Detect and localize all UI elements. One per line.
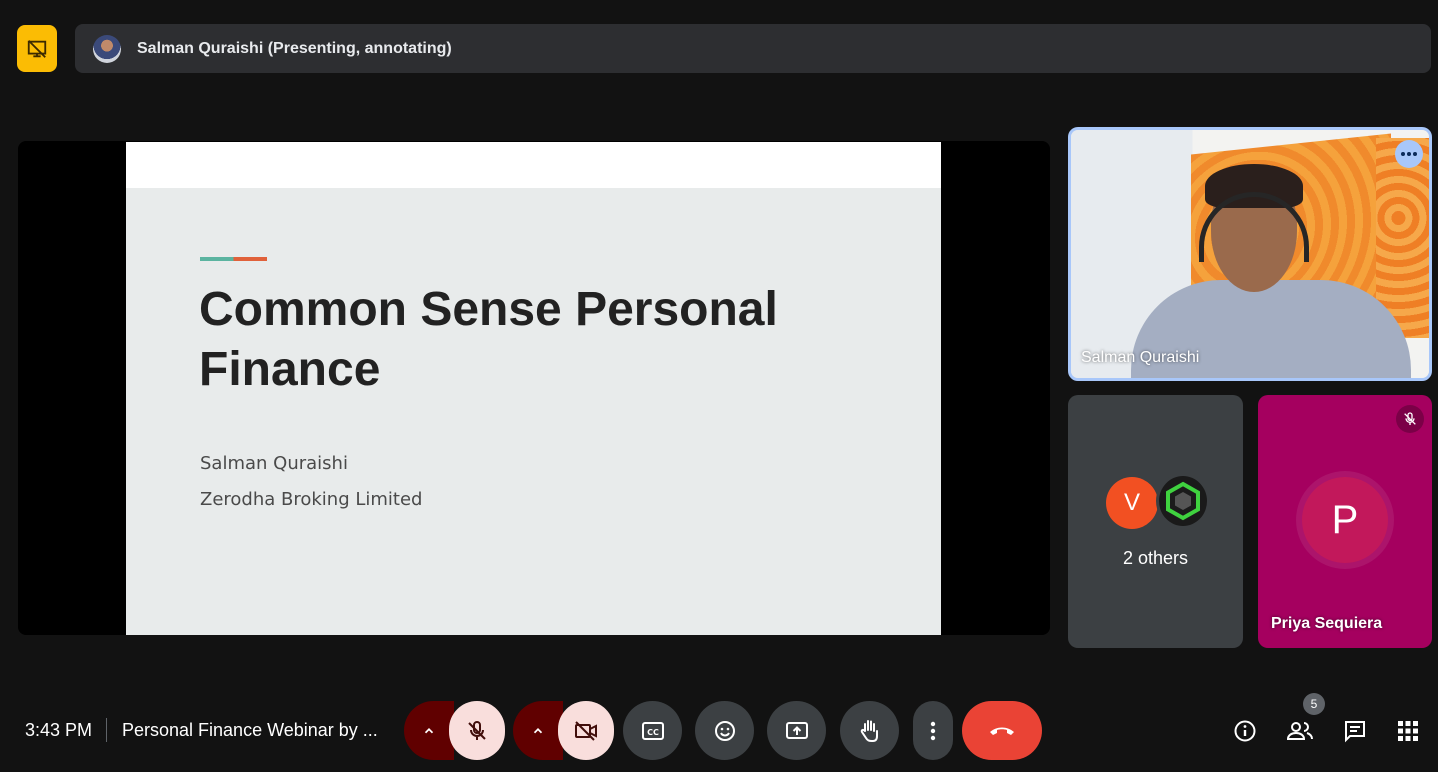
camera-toggle-button[interactable] bbox=[558, 701, 614, 760]
more-vert-icon bbox=[930, 721, 936, 740]
svg-text:CC: CC bbox=[647, 728, 659, 737]
apps-grid-icon bbox=[1398, 721, 1418, 741]
reactions-button[interactable] bbox=[695, 701, 754, 760]
raise-hand-button[interactable] bbox=[840, 701, 899, 760]
more-horiz-icon bbox=[1401, 152, 1417, 156]
people-icon bbox=[1286, 722, 1313, 740]
participant-muted-badge bbox=[1396, 405, 1424, 433]
call-end-icon bbox=[990, 727, 1014, 735]
avatar-hexagon bbox=[1156, 473, 1210, 529]
presenter-avatar bbox=[93, 34, 121, 63]
emoji-icon bbox=[714, 720, 735, 741]
participants-count-badge: 5 bbox=[1303, 693, 1325, 715]
presentation-off-icon bbox=[27, 39, 47, 58]
presenting-bar: Salman Quraishi (Presenting, annotating) bbox=[75, 24, 1431, 73]
people-button[interactable] bbox=[1285, 716, 1315, 746]
others-label: 2 others bbox=[1122, 548, 1189, 568]
chat-button[interactable] bbox=[1340, 716, 1370, 746]
presentation-stage[interactable]: Common Sense Personal Finance Salman Qur… bbox=[18, 141, 1050, 635]
captions-icon: CC bbox=[641, 721, 664, 740]
camera-off-icon bbox=[575, 720, 597, 741]
meeting-details-button[interactable] bbox=[1230, 716, 1260, 746]
info-icon bbox=[1234, 720, 1256, 742]
participant-tile-others[interactable]: V 2 others bbox=[1068, 395, 1243, 648]
participant-name: Priya Sequiera bbox=[1271, 615, 1383, 632]
slide: Common Sense Personal Finance Salman Qur… bbox=[126, 142, 941, 635]
slide-company: Zerodha Broking Limited bbox=[200, 489, 423, 510]
meeting-title[interactable]: Personal Finance Webinar by ... bbox=[122, 720, 378, 741]
participant-name: Salman Quraishi bbox=[1081, 349, 1200, 366]
chat-icon bbox=[1345, 721, 1365, 743]
slide-title: Common Sense Personal Finance bbox=[199, 280, 899, 400]
slide-author: Salman Quraishi bbox=[200, 453, 348, 474]
audio-settings-button[interactable] bbox=[404, 701, 454, 760]
presenter-title: Salman Quraishi (Presenting, annotating) bbox=[137, 39, 452, 57]
captions-button[interactable]: CC bbox=[623, 701, 682, 760]
slide-title-line1: Common Sense Personal bbox=[199, 283, 778, 336]
present-screen-icon bbox=[785, 721, 808, 739]
slide-accent-line bbox=[200, 257, 267, 261]
participant-tile-priya[interactable]: P Priya Sequiera bbox=[1258, 395, 1432, 648]
tile-more-options-button[interactable] bbox=[1395, 140, 1423, 168]
microphone-toggle-button[interactable] bbox=[449, 701, 505, 760]
more-options-button[interactable] bbox=[913, 701, 953, 760]
meeting-time: 3:43 PM bbox=[25, 720, 93, 740]
mic-off-icon bbox=[1404, 412, 1416, 425]
hexagon-icon bbox=[1166, 481, 1200, 521]
slide-title-line2: Finance bbox=[199, 343, 381, 396]
participant-tile-salman[interactable]: Salman Quraishi bbox=[1068, 127, 1432, 381]
avatar-v: V bbox=[1106, 477, 1158, 529]
slide-header-band bbox=[126, 142, 941, 188]
chevron-up-icon bbox=[424, 727, 434, 733]
present-now-button[interactable] bbox=[767, 701, 826, 760]
leave-call-button[interactable] bbox=[962, 701, 1042, 760]
video-settings-button[interactable] bbox=[513, 701, 563, 760]
avatar-p: P bbox=[1302, 477, 1388, 563]
stop-presenting-button[interactable] bbox=[17, 25, 57, 72]
time-separator bbox=[106, 718, 107, 742]
raise-hand-icon bbox=[860, 719, 878, 742]
activities-button[interactable] bbox=[1393, 716, 1423, 746]
chevron-up-icon bbox=[533, 727, 543, 733]
mic-off-icon bbox=[468, 720, 486, 740]
